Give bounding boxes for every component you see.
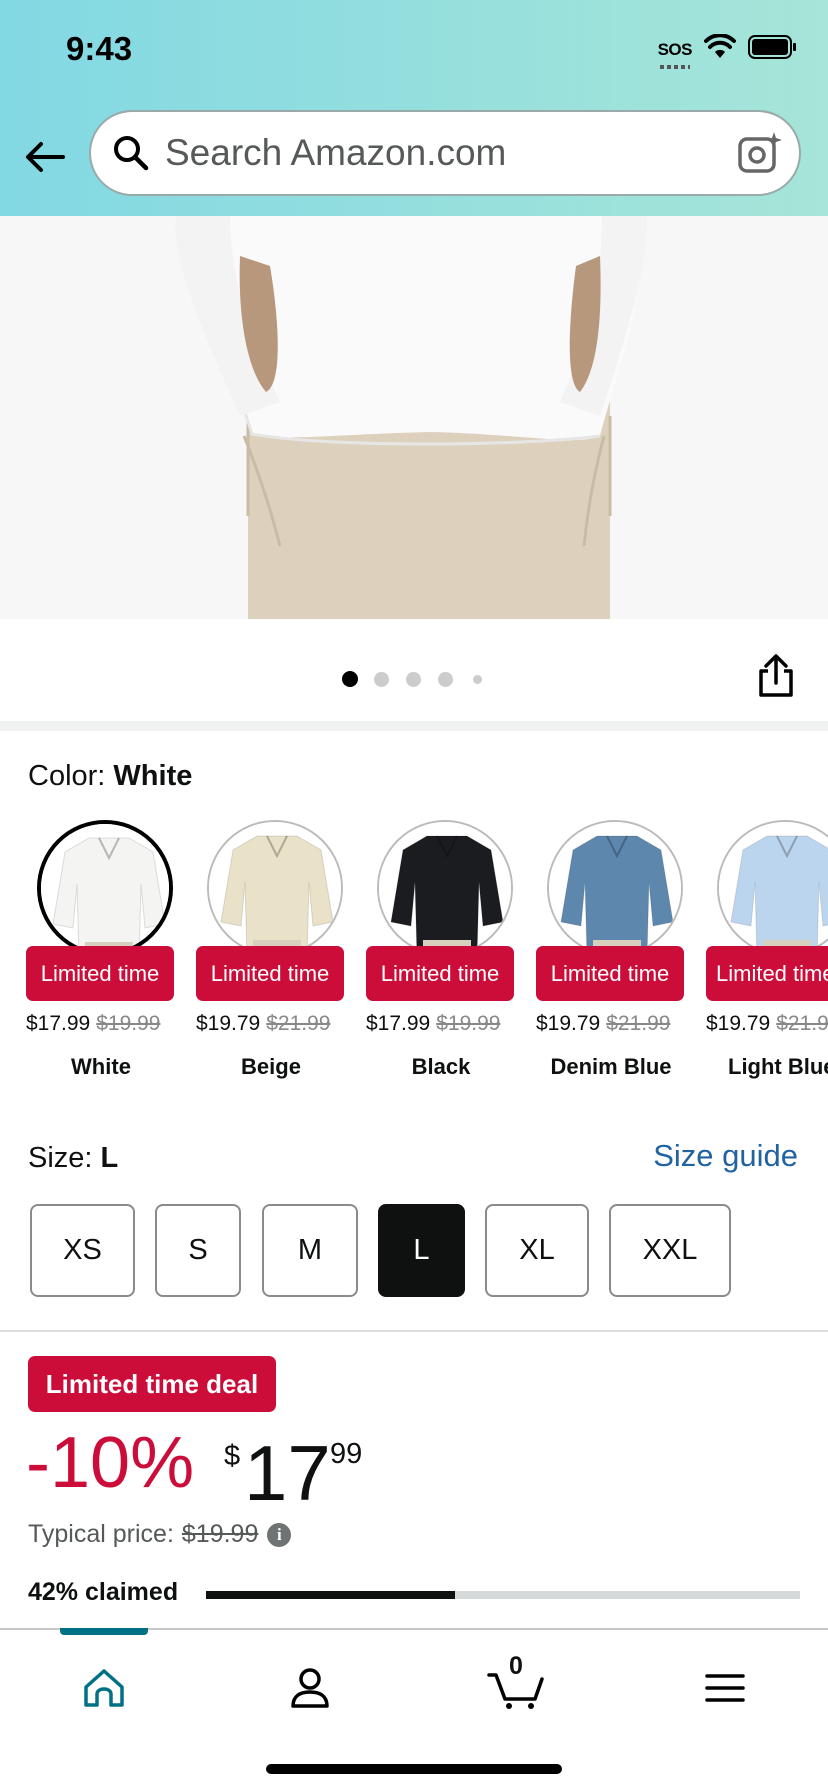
swatch-list-price: $21.99 bbox=[266, 1012, 331, 1035]
hamburger-menu-icon bbox=[705, 1674, 745, 1702]
color-swatch-white[interactable]: Limited time $17.99 $19.99 White bbox=[26, 820, 176, 1080]
limited-time-badge: Limited time bbox=[26, 946, 174, 1001]
section-divider bbox=[0, 1330, 828, 1332]
swatch-thumbnail bbox=[37, 820, 173, 956]
wifi-icon bbox=[704, 33, 736, 65]
selected-color-value: White bbox=[113, 760, 193, 792]
limited-time-badge: Limited time bbox=[366, 946, 514, 1001]
nav-home[interactable] bbox=[74, 1658, 134, 1718]
swatch-price: $17.99 $19.99 bbox=[26, 1012, 161, 1035]
claimed-text: 42% claimed bbox=[28, 1578, 179, 1606]
swatch-thumbnail bbox=[377, 820, 513, 956]
typical-price-value: $19.99 bbox=[181, 1520, 259, 1548]
discount-percent: -10% bbox=[26, 1423, 195, 1503]
home-indicator bbox=[266, 1764, 562, 1774]
color-swatch-light-blue[interactable]: Limited time $19.79$21.99 Light Blue bbox=[706, 820, 828, 1080]
top-header: 9:43 SOS bbox=[0, 0, 828, 216]
color-swatch-denim-blue[interactable]: Limited time $19.79 $21.99 Denim Blue bbox=[536, 820, 686, 1080]
nav-account[interactable] bbox=[280, 1658, 340, 1718]
swatch-price: $19.79$21.99 bbox=[196, 1012, 331, 1035]
swatch-price: $19.79$21.99 bbox=[536, 1012, 671, 1035]
carousel-dot[interactable] bbox=[473, 675, 482, 684]
claimed-progress-bar bbox=[206, 1591, 800, 1599]
size-option-xl[interactable]: XL bbox=[485, 1204, 589, 1297]
limited-time-badge: Limited time bbox=[706, 946, 828, 1001]
status-time: 9:43 bbox=[66, 30, 133, 67]
swatch-name: Black bbox=[411, 1054, 471, 1079]
active-tab-indicator bbox=[60, 1628, 148, 1635]
swatch-list-price: $21.99 bbox=[606, 1012, 671, 1035]
swatch-list-price: $19.99 bbox=[96, 1012, 161, 1035]
typical-price: Typical price: $19.99 i bbox=[28, 1520, 292, 1549]
carousel-dot[interactable] bbox=[406, 672, 421, 687]
nav-menu[interactable] bbox=[695, 1658, 755, 1718]
size-option-l[interactable]: L bbox=[378, 1204, 465, 1297]
nav-cart[interactable]: 0 bbox=[486, 1652, 546, 1718]
user-icon bbox=[291, 1668, 329, 1708]
color-swatch-black[interactable]: Limited time $17.99 $19.99 Black bbox=[366, 820, 516, 1080]
swatch-price: $17.99 $19.99 bbox=[366, 1012, 501, 1035]
sos-indicator: SOS bbox=[657, 39, 693, 69]
swatch-name: Light Blue bbox=[728, 1054, 828, 1079]
carousel-dot[interactable] bbox=[374, 672, 389, 687]
search-input[interactable] bbox=[163, 131, 707, 175]
selected-size-value: L bbox=[100, 1142, 119, 1174]
image-carousel-indicator bbox=[0, 619, 828, 721]
swatch-thumbnail bbox=[547, 820, 683, 956]
color-label: Color: White bbox=[28, 760, 193, 792]
shirt-photo bbox=[175, 216, 647, 619]
price-whole: 17 bbox=[244, 1429, 331, 1517]
swatch-price: $19.79$21.99 bbox=[706, 1012, 828, 1036]
color-swatch-beige[interactable]: Limited time $19.79 $21.99 Beige bbox=[196, 820, 346, 1080]
size-label: Size: L bbox=[28, 1142, 119, 1174]
typical-price-label: Typical price: bbox=[28, 1520, 174, 1548]
limited-time-badge: Limited time bbox=[536, 946, 684, 1001]
carousel-dot-active[interactable] bbox=[342, 671, 358, 687]
swatch-thumbnail bbox=[717, 820, 828, 956]
limited-time-deal-badge: Limited time deal bbox=[28, 1356, 276, 1412]
swatch-name: Beige bbox=[241, 1054, 301, 1079]
carousel-dot[interactable] bbox=[438, 672, 453, 687]
size-option-s[interactable]: S bbox=[155, 1204, 241, 1297]
camera-search-icon[interactable] bbox=[737, 130, 783, 176]
back-button[interactable] bbox=[22, 134, 68, 180]
share-icon[interactable] bbox=[756, 653, 796, 699]
arrow-left-icon bbox=[26, 142, 65, 172]
battery-icon bbox=[748, 35, 798, 64]
swatch-thumbnail bbox=[207, 820, 343, 956]
size-option-xs[interactable]: XS bbox=[30, 1204, 135, 1297]
swatch-list-price: $21.99 bbox=[776, 1012, 828, 1035]
cart-count: 0 bbox=[509, 1652, 523, 1680]
home-icon bbox=[84, 1669, 124, 1707]
status-icons: SOS bbox=[657, 33, 798, 69]
info-icon[interactable]: i bbox=[267, 1522, 292, 1547]
limited-time-badge: Limited time bbox=[196, 946, 344, 1001]
size-option-m[interactable]: M bbox=[262, 1204, 358, 1297]
section-divider bbox=[0, 721, 828, 731]
search-bar[interactable] bbox=[89, 110, 801, 196]
size-guide-link[interactable]: Size guide bbox=[653, 1138, 798, 1174]
swatch-name: Denim Blue bbox=[550, 1054, 672, 1079]
search-icon bbox=[111, 133, 151, 173]
size-option-xxl[interactable]: XXL bbox=[609, 1204, 731, 1297]
swatch-list-price: $19.99 bbox=[436, 1012, 501, 1035]
swatch-name: White bbox=[71, 1054, 131, 1079]
claimed-progress-fill bbox=[206, 1591, 456, 1599]
price-fraction: 99 bbox=[330, 1438, 363, 1470]
price-currency: $ bbox=[224, 1440, 241, 1472]
product-image[interactable] bbox=[0, 216, 828, 619]
